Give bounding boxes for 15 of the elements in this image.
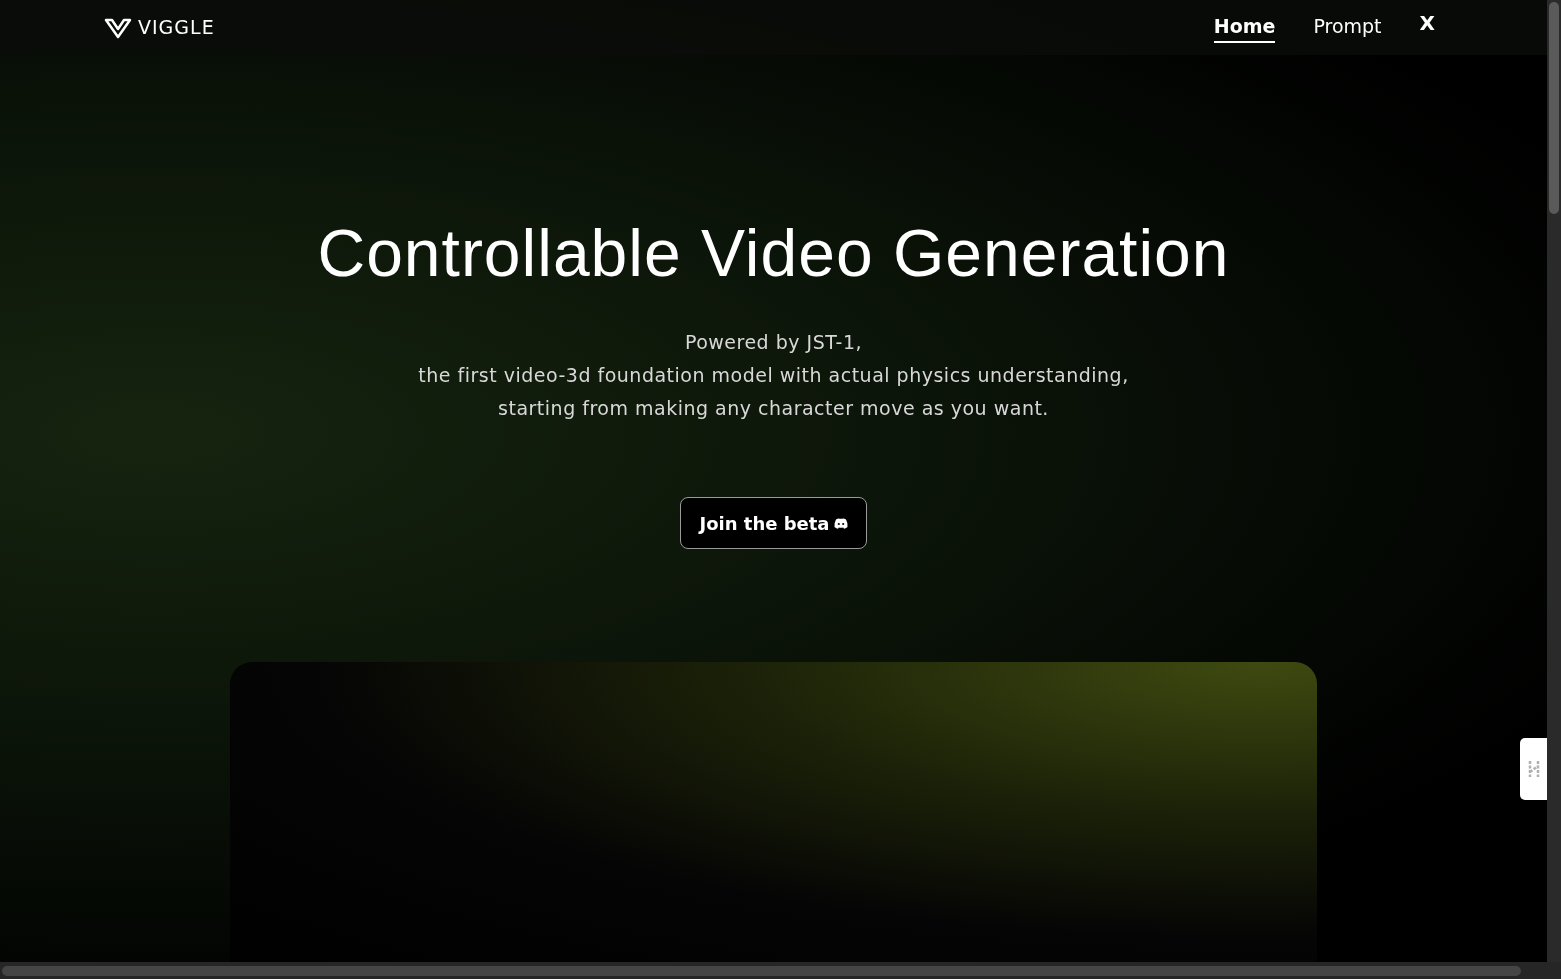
nav-link[interactable]: Prompt (1313, 11, 1382, 44)
hero-subtitle: the first video-3d foundation model with actual physics understanding, (418, 363, 1129, 388)
logo-text: VIGGLE (138, 15, 215, 41)
horizontal-scrollbar[interactable] (0, 962, 1561, 979)
discord-icon (833, 517, 848, 529)
hero-title: Controllable Video Generation (317, 220, 1230, 286)
widget-icon (1526, 758, 1541, 780)
hero-subtitle: Powered by JST-1, (684, 330, 863, 355)
hero-subtitle: starting from making any character move as you want. (498, 396, 1049, 421)
vertical-scrollbar[interactable] (1547, 0, 1561, 962)
side-widget[interactable] (1520, 738, 1547, 800)
x-link[interactable]: X (1419, 8, 1435, 41)
nav-link[interactable]: Home (1213, 11, 1276, 44)
join-beta-button[interactable]: Join the beta (680, 497, 867, 549)
logo-icon (104, 16, 132, 39)
